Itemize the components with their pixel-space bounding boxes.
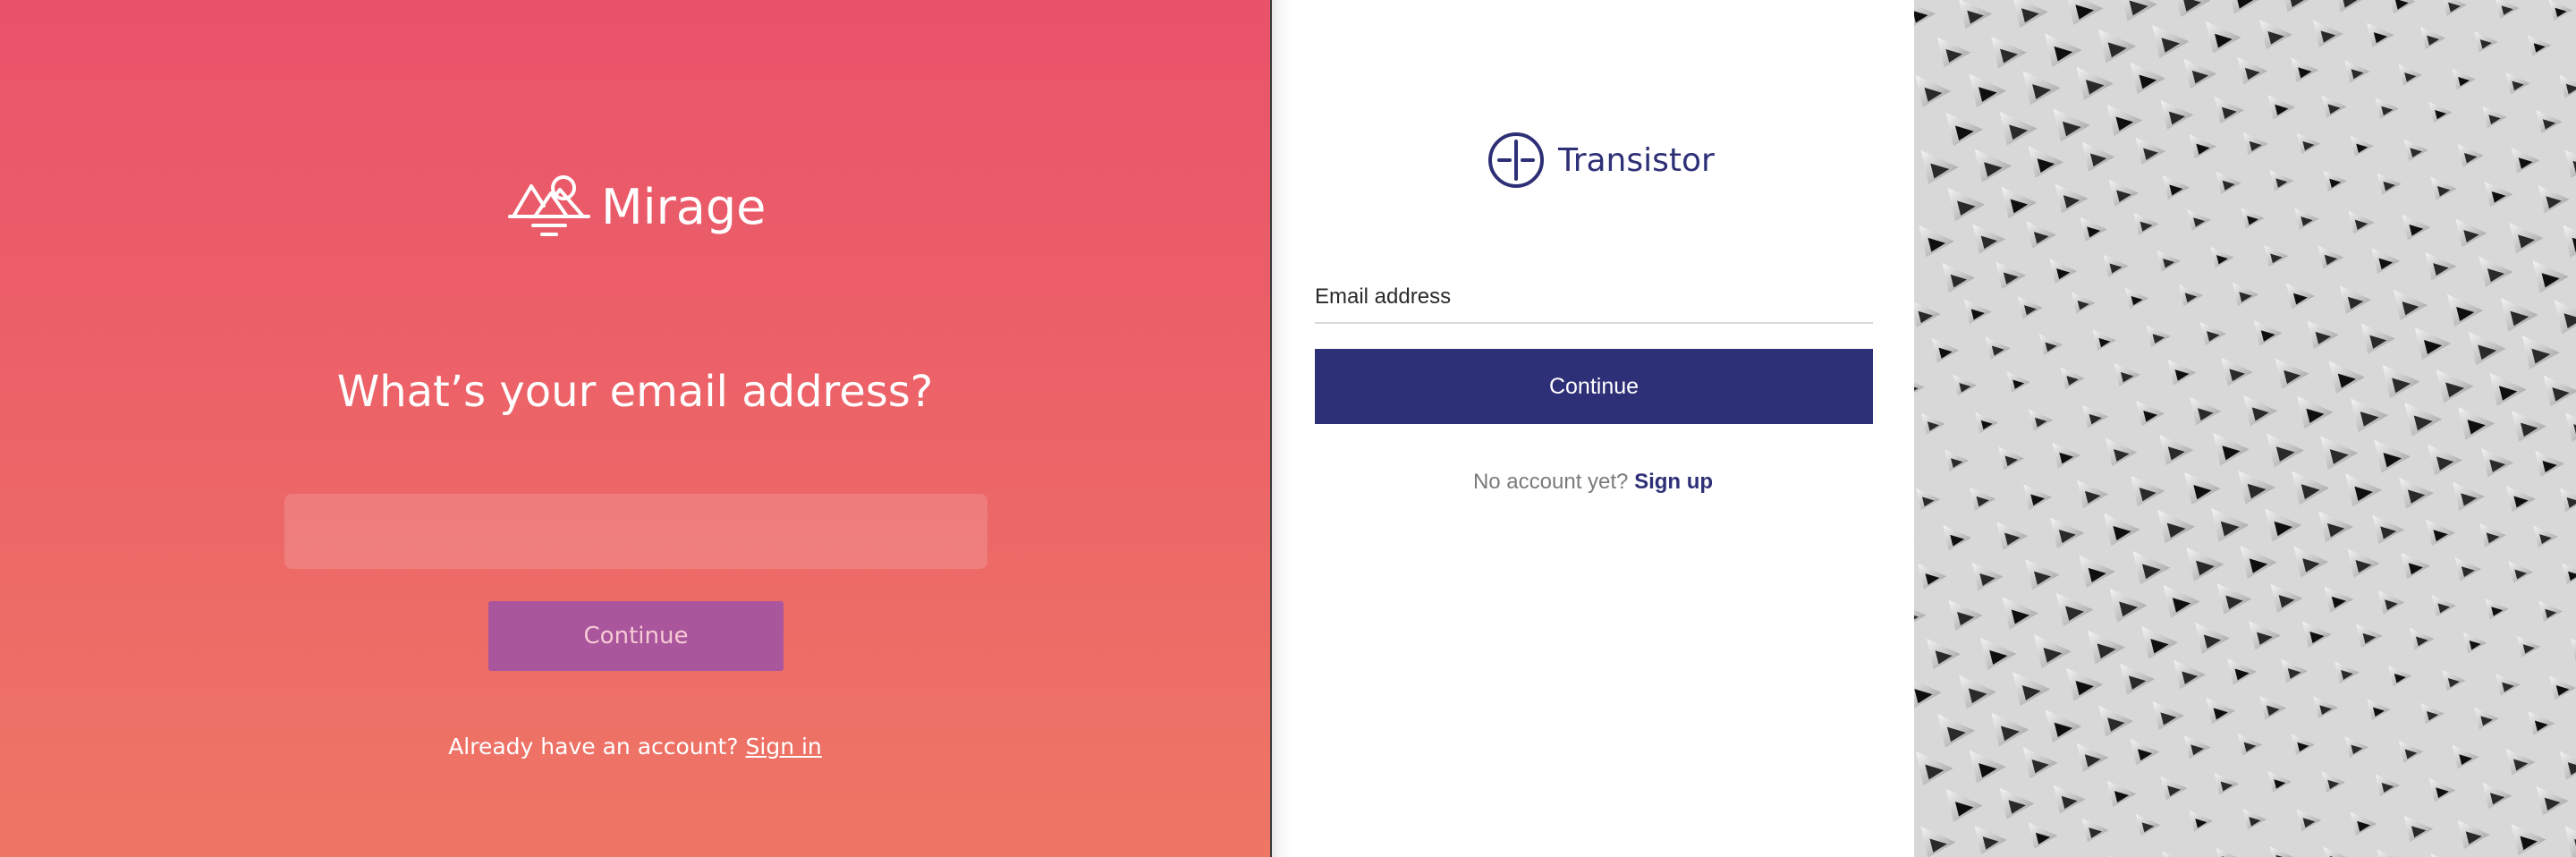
mirage-continue-button[interactable]: Continue (488, 601, 784, 671)
transistor-continue-button[interactable]: Continue (1315, 349, 1873, 424)
transistor-signup-link[interactable]: Sign up (1634, 470, 1713, 494)
transistor-logo: Transistor (1487, 131, 1715, 190)
mirage-mountain-logo-icon (508, 175, 590, 236)
architectural-pattern-image (1914, 0, 2576, 857)
transistor-signup-text: No account yet? (1472, 470, 1635, 494)
mirage-login-panel: Mirage What’s your email address? Contin… (0, 0, 1270, 857)
pattern-graphic (1914, 0, 2576, 857)
transistor-email-input[interactable] (1315, 313, 1873, 324)
mirage-logo: Mirage (508, 170, 766, 243)
mirage-signin-text: Already have an account? (448, 734, 746, 759)
transistor-login-panel: Transistor Email address Continue No acc… (1272, 0, 1914, 857)
mirage-email-input[interactable] (284, 494, 987, 569)
mirage-signin-prompt: Already have an account? Sign in (0, 734, 1270, 759)
mirage-page-title: What’s your email address? (336, 367, 934, 417)
transistor-logo-icon (1488, 132, 1544, 188)
mirage-signin-link[interactable]: Sign in (746, 734, 822, 759)
mirage-brand-name: Mirage (601, 178, 767, 235)
transistor-email-label: Email address (1315, 284, 1452, 309)
transistor-brand-name: Transistor (1558, 141, 1715, 179)
transistor-signup-prompt: No account yet? Sign up (1272, 470, 1914, 495)
